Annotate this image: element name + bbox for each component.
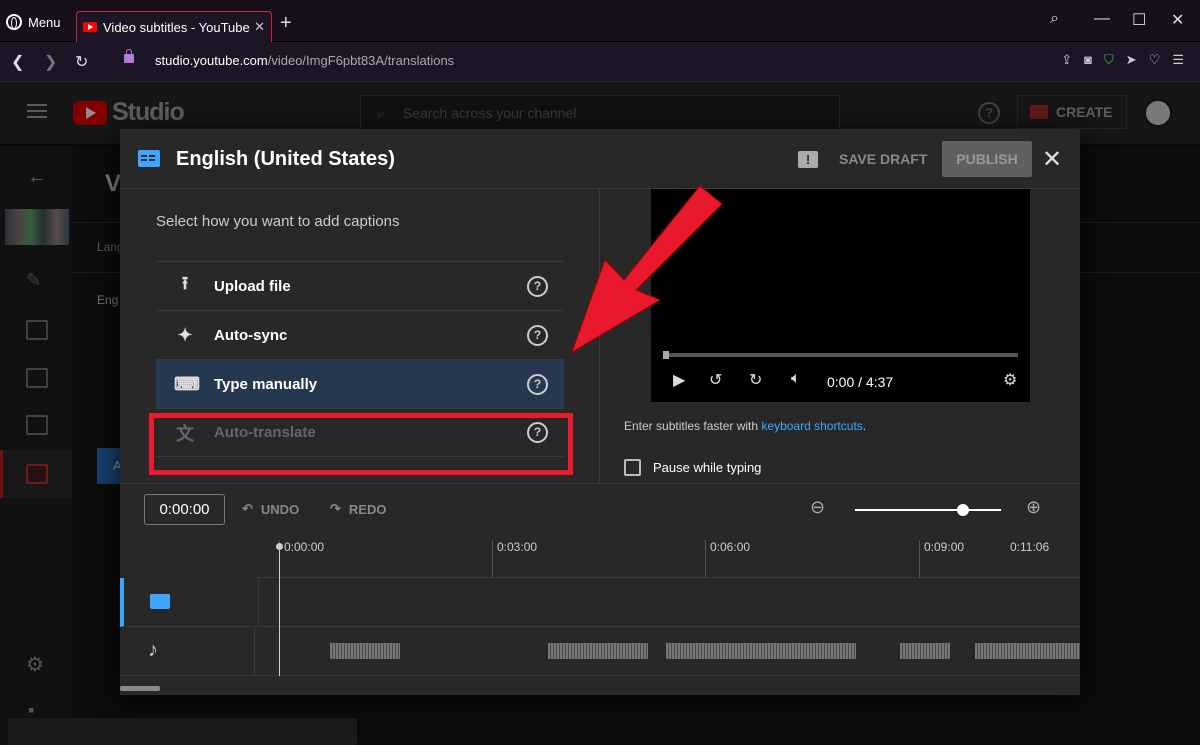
pause-checkbox[interactable] <box>624 459 641 476</box>
lock-icon <box>124 49 134 63</box>
window-close-icon[interactable]: ✕ <box>1171 10 1184 30</box>
address-bar-icons: ⇪ ◙ ⛉ ➤ ♡ ☰ <box>1061 52 1184 68</box>
url-host: studio.youtube.com <box>155 53 268 68</box>
caption-method-prompt: Select how you want to add captions <box>156 213 400 230</box>
undo-label: UNDO <box>260 501 300 517</box>
browser-search-icon[interactable]: ⌕ <box>1050 10 1059 28</box>
settings-icon[interactable]: ☰ <box>1172 52 1184 68</box>
reload-icon[interactable]: ↻ <box>75 52 88 72</box>
subtitle-track-header <box>124 578 259 627</box>
sparkle-icon: ✦ <box>177 324 193 345</box>
back-icon[interactable]: ❮ <box>11 52 24 72</box>
subtitles-icon <box>150 594 170 609</box>
audio-waveform <box>900 643 950 659</box>
help-icon[interactable]: ? <box>527 373 548 395</box>
timecode-field[interactable]: 0:00:00 <box>144 494 225 525</box>
shield-icon[interactable]: ⛉ <box>1104 52 1114 68</box>
timeline-tick: 0:00:00 <box>279 540 324 578</box>
browser-menu-label: Menu <box>28 14 61 30</box>
caption-method-pane: Select how you want to add captions ⭱ Up… <box>120 189 600 483</box>
timeline-ruler[interactable]: 0:00:00 0:03:00 0:06:00 0:09:00 0:11:06 <box>255 534 1080 578</box>
close-icon[interactable]: ✕ <box>1042 145 1062 174</box>
playhead[interactable] <box>276 543 283 676</box>
feedback-icon[interactable]: ! <box>798 151 818 168</box>
forward-icon[interactable]: ❯ <box>44 52 57 72</box>
subtitles-dialog: English (United States) ! SAVE DRAFT PUB… <box>120 129 1080 695</box>
bottom-toast <box>8 718 357 745</box>
translate-icon: 文 <box>176 423 194 444</box>
gear-icon[interactable]: ⚙ <box>1003 370 1017 390</box>
timeline-tick: 0:03:00 <box>492 540 537 578</box>
undo-icon: ↶ <box>242 501 253 516</box>
option-type-manually[interactable]: ⌨ Type manually ? <box>156 359 564 408</box>
new-tab-button[interactable]: + <box>280 12 292 35</box>
url-path: /video/ImgF6pbt83A/translations <box>267 53 455 68</box>
heart-icon[interactable]: ♡ <box>1149 52 1161 68</box>
zoom-out-icon[interactable]: ⊖ <box>810 497 825 518</box>
keyboard-shortcuts-link[interactable]: keyboard shortcuts <box>761 419 862 433</box>
pause-while-typing[interactable]: Pause while typing <box>624 459 761 476</box>
shortcut-hint: Enter subtitles faster with keyboard sho… <box>624 419 866 433</box>
tab-close-icon[interactable]: ✕ <box>254 19 265 35</box>
subtitle-track[interactable] <box>120 578 1080 627</box>
url-field[interactable]: studio.youtube.com/video/ImgF6pbt83A/tra… <box>155 53 454 68</box>
timeline-tick: 0:09:00 <box>919 540 964 578</box>
opera-logo-icon <box>6 14 22 30</box>
audio-track[interactable]: ♪ <box>120 627 1080 676</box>
timeline-tick: 0:06:00 <box>705 540 750 578</box>
camera-icon[interactable]: ◙ <box>1084 52 1092 68</box>
minimize-icon[interactable]: — <box>1094 10 1110 28</box>
youtube-favicon-icon <box>83 22 97 32</box>
audio-waveform <box>666 643 856 659</box>
tab-title: Video subtitles - YouTube Studio <box>103 19 250 35</box>
subtitles-icon <box>138 150 160 167</box>
timeline-panel: 0:00:00 ↶ UNDO ↷ REDO ⊖ ⊕ 0:00:00 0:03:00 … <box>120 483 1080 695</box>
pause-label: Pause while typing <box>653 460 762 475</box>
audio-waveform <box>330 643 400 659</box>
maximize-icon[interactable]: ☐ <box>1132 10 1146 30</box>
help-icon[interactable]: ? <box>527 275 548 297</box>
redo-button[interactable]: ↷ REDO <box>330 501 386 517</box>
zoom-in-icon[interactable]: ⊕ <box>1026 497 1041 518</box>
undo-button[interactable]: ↶ UNDO <box>242 501 299 517</box>
audio-track-header: ♪ <box>120 627 255 676</box>
play-icon[interactable]: ▶ <box>673 370 685 390</box>
share-icon[interactable]: ⇪ <box>1061 52 1072 68</box>
upload-icon: ⭱ <box>181 273 189 293</box>
dialog-title: English (United States) <box>176 148 395 170</box>
save-draft-button[interactable]: SAVE DRAFT <box>839 151 927 167</box>
audio-waveform <box>975 643 1080 659</box>
browser-tab-bar: Menu Video subtitles - YouTube Studio ✕ … <box>0 0 1200 42</box>
option-label: Type manually <box>214 375 318 393</box>
option-label: Upload file <box>214 277 291 295</box>
timeline-tick: 0:11:06 <box>1010 540 1050 554</box>
redo-icon: ↷ <box>330 501 341 516</box>
video-time: 0:00 / 4:37 <box>827 374 894 390</box>
music-note-icon: ♪ <box>148 639 158 661</box>
browser-menu-button[interactable]: Menu <box>6 14 61 30</box>
audio-waveform <box>548 643 648 659</box>
dialog-header: English (United States) ! SAVE DRAFT PUB… <box>120 129 1080 189</box>
rewind-10-icon[interactable]: ↺ <box>709 370 722 390</box>
keyboard-icon: ⌨ <box>174 373 200 394</box>
help-icon[interactable]: ? <box>527 422 548 443</box>
shortcut-hint-period: . <box>862 419 867 433</box>
send-icon[interactable]: ➤ <box>1126 52 1137 68</box>
video-progress-bar[interactable] <box>663 351 1018 359</box>
volume-icon[interactable]: 🔈︎ <box>791 370 801 388</box>
publish-button[interactable]: PUBLISH <box>942 141 1032 177</box>
forward-10-icon[interactable]: ↻ <box>749 370 762 390</box>
option-auto-translate[interactable]: 文 Auto-translate ? <box>156 408 564 457</box>
option-label: Auto-translate <box>214 424 316 441</box>
option-upload-file[interactable]: ⭱ Upload file ? <box>156 261 564 310</box>
option-label: Auto-sync <box>214 326 288 344</box>
help-icon[interactable]: ? <box>527 324 548 346</box>
zoom-slider[interactable] <box>855 504 1001 516</box>
timeline-scrollbar[interactable] <box>120 686 160 691</box>
redo-label: REDO <box>348 501 387 517</box>
browser-tab-active[interactable]: Video subtitles - YouTube Studio ✕ <box>76 11 272 42</box>
option-auto-sync[interactable]: ✦ Auto-sync ? <box>156 310 564 359</box>
shortcut-hint-text: Enter subtitles faster with <box>624 419 762 433</box>
video-player[interactable]: ▶ ↺ ↻ 🔈︎ 0:00 / 4:37 ⚙ <box>651 189 1030 402</box>
